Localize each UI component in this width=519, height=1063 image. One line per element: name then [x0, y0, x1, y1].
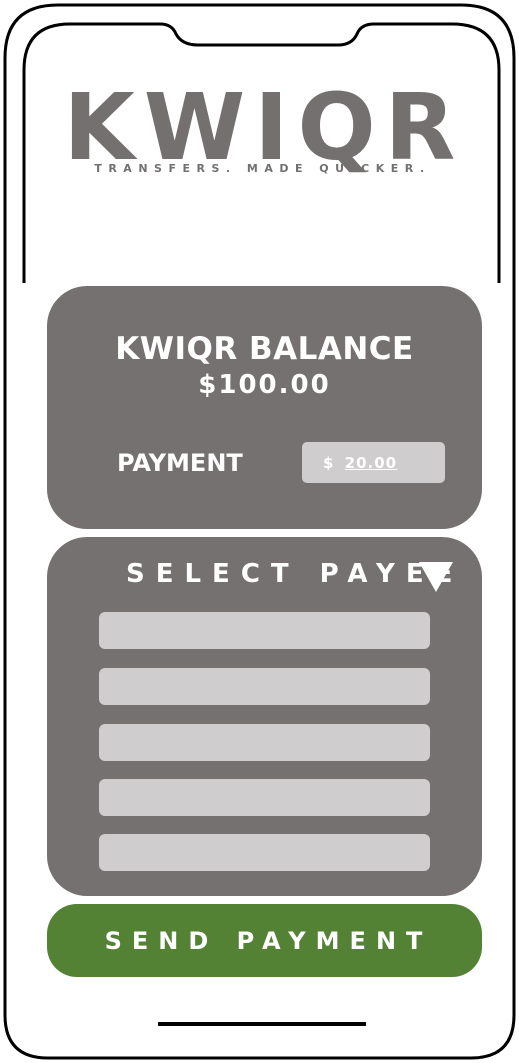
triangle-down-icon[interactable]	[419, 562, 453, 592]
payee-option-2[interactable]	[99, 668, 430, 705]
currency-symbol: $	[323, 454, 334, 472]
balance-card: KWIQR BALANCE $100.00 PAYMENT $ 20.00	[47, 286, 482, 529]
balance-title: KWIQR BALANCE	[115, 331, 414, 367]
home-indicator	[158, 1022, 366, 1026]
payee-option-5[interactable]	[99, 834, 430, 871]
select-payee-dropdown[interactable]: SELECT PAYEE	[47, 537, 482, 896]
payee-option-3[interactable]	[99, 724, 430, 761]
app-tagline: TRANSFERS. MADE QUICKER.	[94, 162, 431, 175]
payee-option-1[interactable]	[99, 612, 430, 649]
payment-label: PAYMENT	[117, 449, 243, 477]
balance-amount: $100.00	[198, 370, 331, 400]
payment-amount-value: 20.00	[344, 454, 398, 472]
send-payment-button[interactable]: SEND PAYMENT	[47, 904, 482, 977]
payment-amount-input[interactable]: $ 20.00	[302, 442, 445, 483]
payee-option-4[interactable]	[99, 779, 430, 816]
select-payee-label: SELECT PAYEE	[126, 559, 464, 589]
